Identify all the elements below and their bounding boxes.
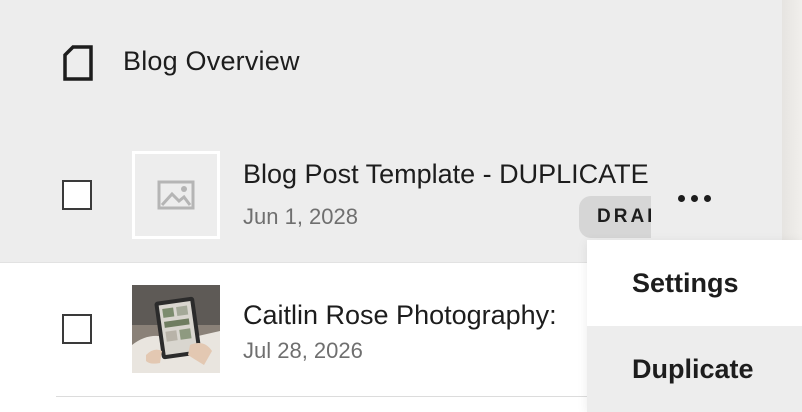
post-title[interactable]: Blog Post Template - DUPLICATE	[243, 159, 649, 189]
row-checkbox[interactable]	[62, 314, 92, 344]
post-title-wrap[interactable]: Blog Post Template - DUPLICATE	[243, 156, 651, 192]
status-badge-wrap: DRAFT	[579, 196, 651, 240]
menu-item-duplicate[interactable]: Duplicate	[587, 326, 802, 412]
page-icon	[63, 45, 93, 81]
more-icon-dot	[690, 194, 698, 202]
post-date: Jun 1, 2028	[243, 204, 358, 229]
image-placeholder-icon	[157, 180, 195, 210]
row-checkbox[interactable]	[62, 180, 92, 210]
page-title: Blog Overview	[123, 46, 300, 76]
status-badge: DRAFT	[579, 196, 651, 238]
post-thumbnail	[132, 151, 220, 239]
more-actions-button[interactable]	[668, 178, 720, 218]
panel-header: Blog Overview	[0, 0, 782, 126]
photo-thumbnail	[132, 285, 220, 373]
context-menu: Settings Duplicate	[587, 240, 802, 412]
post-date: Jul 28, 2026	[243, 338, 363, 363]
more-icon	[677, 194, 685, 202]
menu-item-settings[interactable]: Settings	[587, 240, 802, 326]
post-title-wrap[interactable]: Caitlin Rose Photography:	[243, 297, 603, 333]
photo-thumbnail-image	[132, 285, 220, 373]
more-icon-dot	[703, 194, 711, 202]
post-title[interactable]: Caitlin Rose Photography:	[243, 300, 557, 330]
